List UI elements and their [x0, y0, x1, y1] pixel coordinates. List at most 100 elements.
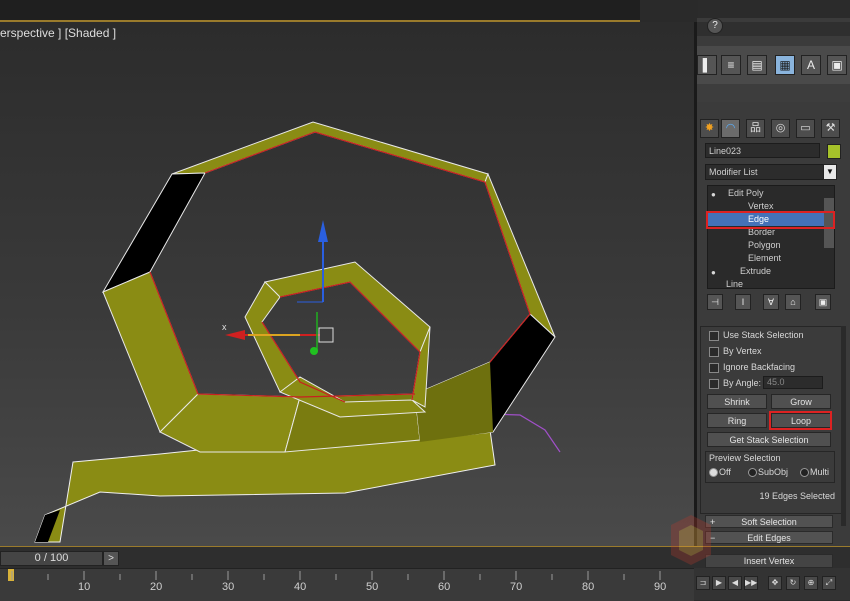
track-tick-label: 70: [510, 581, 523, 593]
panel-top-strip: ?: [697, 18, 850, 36]
inner-band-left: [244, 281, 301, 393]
remove-modifier-icon[interactable]: ⌂: [785, 294, 801, 310]
maximize-viewport-icon[interactable]: ⤢: [822, 576, 836, 590]
timeline-row: 0 / 100 > Insert Vertex: [0, 546, 850, 569]
outer-band-left-dark: [101, 172, 206, 294]
track-tick-label: 50: [366, 581, 379, 593]
use-stack-selection-label: Use Stack Selection: [723, 330, 804, 340]
modifier-list-dropdown[interactable]: Modifier List: [705, 164, 831, 180]
rollout-edit-edges[interactable]: − Edit Edges: [705, 531, 833, 544]
preview-multi-radio[interactable]: [800, 468, 809, 477]
make-unique-icon[interactable]: ∀: [763, 294, 779, 310]
align-left-icon[interactable]: ≡: [721, 55, 741, 75]
help-icon[interactable]: ?: [707, 18, 723, 34]
stack-item-extrude[interactable]: Extrude: [708, 265, 834, 278]
chevron-down-icon[interactable]: ▼: [823, 164, 837, 180]
modifier-stack: ● Edit Poly Vertex Edge Border Polygon E…: [707, 185, 835, 289]
set-key-icon[interactable]: ⊐: [696, 576, 710, 590]
selection-rollout: Use Stack Selection By Vertex Ignore Bac…: [700, 326, 842, 514]
main-toolbar: ▌ ≡ ▤ ▦ A ▣: [697, 46, 850, 84]
ring-button[interactable]: Ring: [707, 413, 767, 428]
outer-band-top: [171, 121, 489, 183]
by-vertex-checkbox[interactable]: [709, 347, 719, 357]
show-end-result-icon[interactable]: I: [735, 294, 751, 310]
utilities-icon[interactable]: ⚒: [821, 119, 840, 138]
angle-spinner[interactable]: 45.0: [763, 376, 823, 389]
material-editor-icon[interactable]: A: [801, 55, 821, 75]
track-tick-label: 90: [654, 581, 667, 593]
object-name-field[interactable]: Line023: [705, 143, 820, 158]
stack-item-label: Line: [726, 279, 744, 289]
loop-highlight-box: [769, 411, 832, 430]
edge-highlight-box: [706, 211, 835, 229]
perspective-viewport[interactable]: erspective ] [Shaded ] x: [0, 22, 694, 546]
ignore-backfacing-label: Ignore Backfacing: [723, 362, 796, 372]
shrink-button[interactable]: Shrink: [707, 394, 767, 409]
curve-editor-icon[interactable]: ▦: [775, 55, 795, 75]
next-frame-button[interactable]: >: [103, 551, 119, 566]
stack-item-element[interactable]: Element: [708, 252, 834, 265]
outer-band-right: [484, 172, 556, 338]
hierarchy-icon[interactable]: 品: [746, 119, 765, 138]
time-cursor: [8, 569, 14, 581]
orbit-icon[interactable]: ↻: [786, 576, 800, 590]
stack-item-edit-poly[interactable]: Edit Poly: [708, 187, 834, 200]
preview-off-radio[interactable]: [709, 468, 718, 477]
playback-controls: ⊐ ▶ ◀ ▶▶ ✥ ↻ ⊕ ⤢: [694, 568, 850, 600]
align-icon[interactable]: ▌: [697, 55, 717, 75]
go-to-end-icon[interactable]: ▶▶: [744, 576, 758, 590]
rollout-soft-selection[interactable]: + Soft Selection: [705, 515, 833, 528]
command-tabs: ✸ ◠ 品 ◎ ▭ ⚒: [700, 119, 845, 138]
stack-item-line[interactable]: Line: [708, 278, 834, 289]
by-angle-checkbox[interactable]: [709, 379, 719, 389]
get-stack-selection-button[interactable]: Get Stack Selection: [707, 432, 831, 447]
zoom-all-icon[interactable]: ⊕: [804, 576, 818, 590]
configure-sets-icon[interactable]: ▣: [815, 294, 831, 310]
ignore-backfacing-checkbox[interactable]: [709, 363, 719, 373]
stack-item-label: Extrude: [740, 266, 772, 276]
stack-item-label: Polygon: [748, 240, 781, 250]
track-tick-label: 80: [582, 581, 595, 593]
rollout-label: Edit Edges: [747, 533, 791, 543]
track-ticks: [8, 569, 661, 581]
object-color-swatch[interactable]: [827, 144, 841, 159]
render-setup-icon[interactable]: ▣: [827, 55, 847, 75]
pin-stack-icon[interactable]: ⊣: [707, 294, 723, 310]
motion-icon[interactable]: ◎: [771, 119, 790, 138]
rollout-insert-vertex[interactable]: Insert Vertex: [705, 554, 833, 568]
preview-off-label: Off: [719, 467, 731, 477]
pan-icon[interactable]: ✥: [768, 576, 782, 590]
gizmo-z-arrow: [318, 220, 328, 242]
play-icon[interactable]: ▶: [712, 576, 726, 590]
time-slider[interactable]: 0 / 100: [0, 551, 103, 566]
use-stack-selection-checkbox[interactable]: [709, 331, 719, 341]
stack-item-label: Vertex: [748, 201, 774, 211]
preview-subobj-label: SubObj: [758, 467, 789, 477]
display-icon[interactable]: ▭: [796, 119, 815, 138]
command-panel: ? ▌ ≡ ▤ ▦ A ▣ ✸ ◠ 品 ◎ ▭ ⚒ Line023 Modifi…: [697, 18, 850, 546]
track-bar[interactable]: 10 20 30 40 50 60 70 80 90: [0, 568, 694, 601]
track-tick-label: 10: [78, 581, 91, 593]
gizmo-plane-box: [318, 327, 334, 343]
create-icon[interactable]: ✸: [700, 119, 719, 138]
stack-item-polygon[interactable]: Polygon: [708, 239, 834, 252]
by-vertex-label: By Vertex: [723, 346, 762, 356]
preview-selection-label: Preview Selection: [709, 453, 781, 463]
rollout-label: Soft Selection: [741, 517, 797, 527]
layers-icon[interactable]: ▤: [747, 55, 767, 75]
top-right-area: [640, 0, 698, 22]
stack-item-label: Edit Poly: [728, 188, 764, 198]
watermark-logo: [671, 515, 711, 565]
grow-button[interactable]: Grow: [771, 394, 831, 409]
prev-key-icon[interactable]: ◀: [728, 576, 742, 590]
gizmo-center: [310, 347, 318, 355]
stack-item-label: Element: [748, 253, 782, 263]
stack-tools: ⊣ I ∀ ⌂ ▣: [703, 294, 843, 310]
track-tick-label: 20: [150, 581, 163, 593]
gizmo-x-label: x: [222, 322, 227, 332]
preview-subobj-radio[interactable]: [748, 468, 757, 477]
preview-selection-group: Preview Selection Off SubObj Multi: [705, 451, 835, 483]
toolbar-gap: [697, 84, 850, 102]
panel-scrollbar[interactable]: [841, 326, 846, 526]
modify-icon[interactable]: ◠: [721, 119, 740, 138]
